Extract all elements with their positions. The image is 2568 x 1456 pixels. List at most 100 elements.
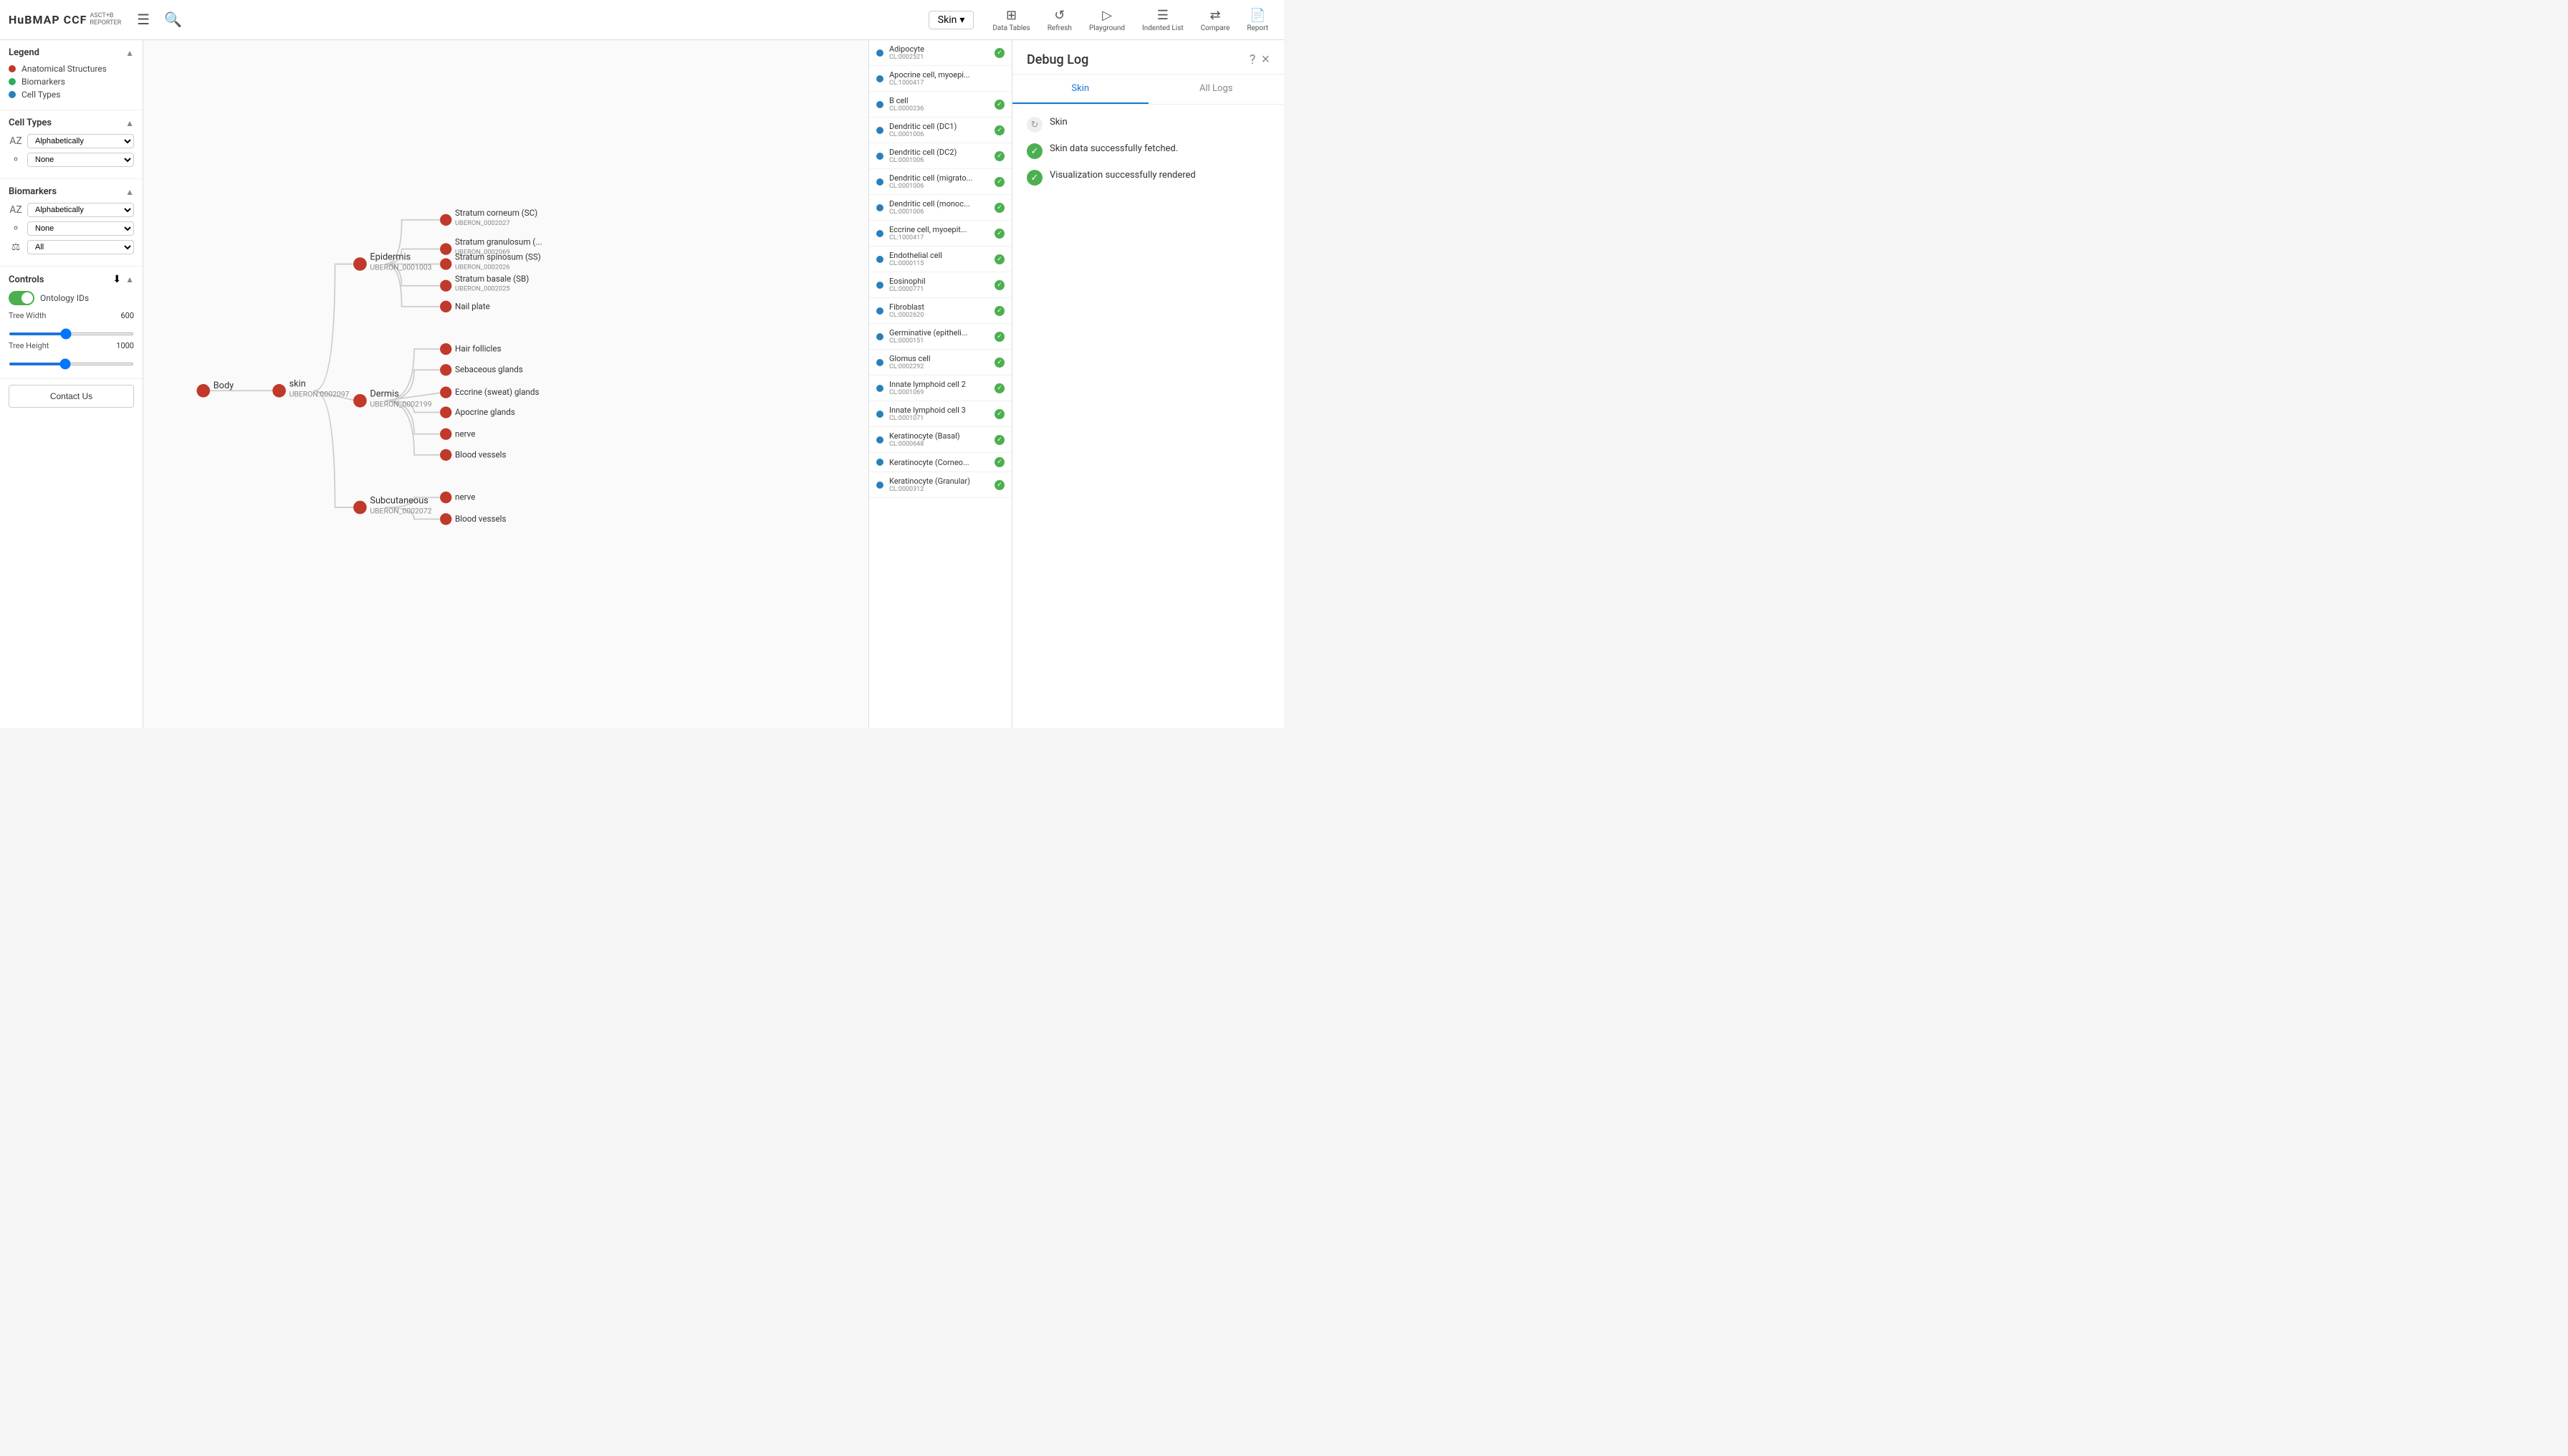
- check-icon: ✓: [995, 280, 1005, 290]
- apocrine-node: [440, 406, 451, 418]
- tree-width-label: Tree Width: [9, 311, 108, 320]
- legend-item-anatomical: Anatomical Structures: [9, 64, 134, 74]
- search-button[interactable]: 🔍: [160, 6, 186, 33]
- cell-types-sort-select[interactable]: Alphabetically: [27, 134, 134, 148]
- debug-content: ↻Skin✓Skin data successfully fetched.✓Vi…: [1012, 105, 1284, 728]
- epidermis-label: Epidermis: [370, 252, 411, 263]
- subcutaneous-sub: UBERON_0002072: [370, 506, 431, 515]
- cell-type-dot: [876, 385, 883, 392]
- cell-types-filter-select[interactable]: None: [27, 153, 134, 167]
- tree-width-slider[interactable]: [9, 332, 134, 335]
- debug-panel: Debug Log ? × Skin All Logs ↻Skin✓Skin d…: [1012, 40, 1284, 728]
- list-item: Keratinocyte (Granular)CL:0000312✓: [869, 472, 1012, 498]
- skin-node: [272, 384, 286, 398]
- success-icon: ✓: [1027, 143, 1043, 159]
- cell-type-name: B cellCL:0000236: [889, 96, 989, 112]
- legend-header[interactable]: Legend ▲: [9, 47, 134, 58]
- tab-all-logs[interactable]: All Logs: [1149, 75, 1285, 104]
- organ-selector[interactable]: Skin ▾: [929, 11, 974, 29]
- biomarkers-toggle-icon: ▲: [125, 187, 134, 197]
- debug-close-button[interactable]: ×: [1261, 52, 1270, 68]
- tree-height-slider[interactable]: [9, 363, 134, 365]
- stratum-basale-sub: UBERON_0002025: [455, 285, 510, 293]
- biomarkers-extra-icon: ⚖: [9, 241, 23, 253]
- dermis-label: Dermis: [370, 388, 398, 399]
- report-button[interactable]: 📄 Report: [1240, 5, 1275, 35]
- logo-text: HuBMAP CCF: [9, 13, 87, 27]
- cell-type-dot: [876, 153, 883, 160]
- blood-vessels-label: Blood vessels: [455, 449, 506, 459]
- stratum-corneum-label: Stratum corneum (SC): [455, 208, 537, 218]
- nail-plate-label: Nail plate: [455, 301, 490, 311]
- biomarkers-section: Biomarkers ▲ AZ Alphabetically ⚬ None ⚖ …: [0, 179, 143, 267]
- menu-button[interactable]: ☰: [133, 6, 154, 33]
- list-item: Innate lymphoid cell 3CL:0001071✓: [869, 401, 1012, 427]
- stratum-spinosum-sub: UBERON_0002026: [455, 263, 510, 271]
- cell-type-dot: [876, 359, 883, 366]
- biomarkers-filter-icon: ⚬: [9, 223, 23, 234]
- biomarkers-extra-row: ⚖ All: [9, 240, 134, 254]
- data-tables-icon: ⊞: [1006, 8, 1017, 23]
- compare-button[interactable]: ⇄ Compare: [1194, 5, 1237, 35]
- help-icon[interactable]: ?: [1250, 52, 1256, 67]
- download-icon[interactable]: ⬇: [112, 274, 121, 285]
- check-icon: ✓: [995, 203, 1005, 213]
- anatomical-dot: [9, 65, 16, 72]
- stratum-basale-node: [440, 280, 451, 292]
- cell-type-name: Eccrine cell, myoepit...CL:1000417: [889, 225, 989, 241]
- blood-vessels2-label: Blood vessels: [455, 514, 506, 524]
- cell-type-name: FibroblastCL:0002620: [889, 302, 989, 319]
- list-item: Keratinocyte (Corneo...✓: [869, 453, 1012, 472]
- cell-types-legend-label: Cell Types: [21, 90, 60, 100]
- body-label: Body: [214, 380, 234, 391]
- debug-title: Debug Log: [1027, 52, 1244, 67]
- skin-sub: UBERON:0002097: [289, 389, 350, 398]
- tree-height-label-row: Tree Height 1000: [9, 341, 134, 350]
- data-tables-label: Data Tables: [992, 24, 1030, 32]
- debug-log-item: ✓Skin data successfully fetched.: [1027, 143, 1270, 159]
- contact-us-button[interactable]: Contact Us: [9, 385, 134, 408]
- refresh-button[interactable]: ↺ Refresh: [1040, 5, 1079, 35]
- cell-type-name: Apocrine cell, myoepi...CL:1000417: [889, 70, 1005, 87]
- cell-type-dot: [876, 127, 883, 134]
- cell-type-dot: [876, 256, 883, 263]
- playground-button[interactable]: ▷ Playground: [1082, 5, 1132, 35]
- controls-header[interactable]: Controls ⬇ ▲: [9, 274, 134, 285]
- list-item: Dendritic cell (monoc...CL:0001006✓: [869, 195, 1012, 221]
- biomarkers-filter-select[interactable]: None: [27, 221, 134, 236]
- biomarkers-sort-select[interactable]: Alphabetically: [27, 203, 134, 217]
- list-item: EosinophilCL:0000771✓: [869, 272, 1012, 298]
- playground-icon: ▷: [1102, 8, 1112, 23]
- list-item: Keratinocyte (Basal)CL:0000648✓: [869, 427, 1012, 453]
- body-node: [196, 384, 210, 398]
- filter-icon: ⚬: [9, 154, 23, 166]
- biomarkers-header[interactable]: Biomarkers ▲: [9, 186, 134, 197]
- debug-logs: ↻Skin✓Skin data successfully fetched.✓Vi…: [1027, 116, 1270, 186]
- biomarkers-extra-select[interactable]: All: [27, 240, 134, 254]
- ontology-ids-toggle[interactable]: [9, 291, 34, 305]
- tab-skin[interactable]: Skin: [1012, 75, 1149, 104]
- cell-type-dot: [876, 101, 883, 108]
- cell-type-dot: [876, 459, 883, 466]
- cell-types-dot: [9, 91, 16, 98]
- topbar: HuBMAP CCF ASCT+B REPORTER ☰ 🔍 Skin ▾ ⊞ …: [0, 0, 1284, 40]
- check-icon: ✓: [995, 125, 1005, 135]
- cell-types-header[interactable]: Cell Types ▲: [9, 118, 134, 128]
- biomarkers-sort-az-icon: AZ: [9, 204, 23, 216]
- list-item: Eccrine cell, myoepit...CL:1000417 ✓: [869, 221, 1012, 246]
- check-icon: ✓: [995, 358, 1005, 368]
- check-icon: ✓: [995, 480, 1005, 490]
- cell-type-dot: [876, 333, 883, 340]
- sebaceous-label: Sebaceous glands: [455, 365, 523, 375]
- compare-icon: ⇄: [1209, 8, 1220, 23]
- tree-canvas[interactable]: Body skin UBERON:0002097 Epidermis UBERO…: [143, 40, 868, 728]
- legend-item-biomarkers: Biomarkers: [9, 77, 134, 87]
- check-icon: ✓: [995, 229, 1005, 239]
- data-tables-button[interactable]: ⊞ Data Tables: [985, 5, 1037, 35]
- blood-vessels2-node: [440, 513, 451, 525]
- tree-width-value: 600: [112, 311, 134, 320]
- legend-item-cell-types: Cell Types: [9, 90, 134, 100]
- indented-list-button[interactable]: ☰ Indented List: [1135, 5, 1191, 35]
- list-item: Dendritic cell (migrato...CL:0001006✓: [869, 169, 1012, 195]
- epidermis-node: [353, 257, 367, 271]
